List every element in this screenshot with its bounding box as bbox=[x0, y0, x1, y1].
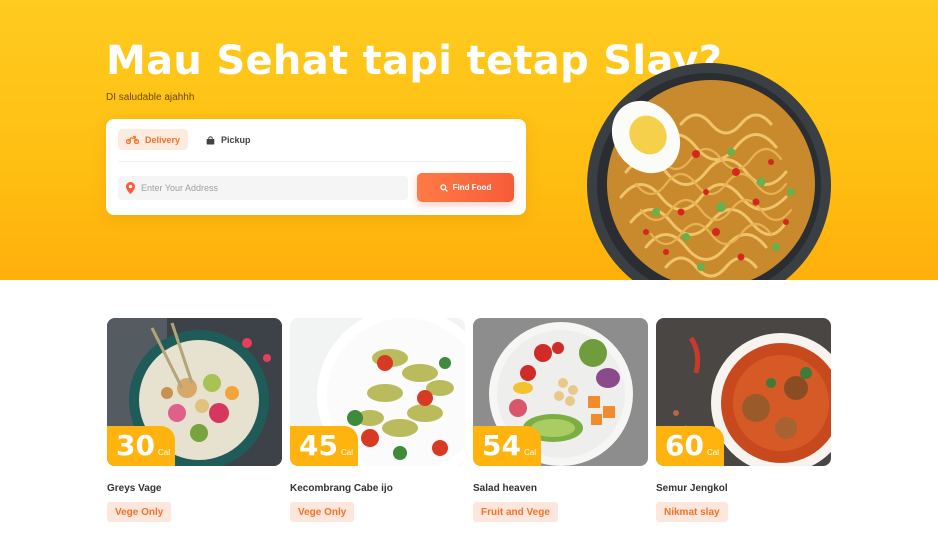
calorie-unit: Cal bbox=[157, 448, 170, 457]
hero-subtitle: DI saludable ajahhh bbox=[106, 92, 195, 103]
calorie-value: 54 bbox=[482, 429, 521, 462]
food-tag: Nikmat slay bbox=[656, 502, 728, 522]
tab-delivery[interactable]: Delivery bbox=[118, 129, 189, 150]
card-divider bbox=[118, 161, 514, 162]
address-input[interactable] bbox=[141, 183, 401, 193]
calorie-unit: Cal bbox=[706, 448, 719, 457]
calorie-value: 30 bbox=[116, 429, 155, 462]
address-field[interactable] bbox=[118, 176, 408, 200]
order-type-tabs: Delivery Pickup bbox=[118, 129, 259, 150]
search-card: Delivery Pickup Find Food bbox=[106, 119, 526, 215]
calorie-unit: Cal bbox=[340, 448, 353, 457]
motorbike-icon bbox=[126, 135, 139, 144]
shopping-bag-icon bbox=[206, 136, 215, 144]
calorie-badge: 54 Cal bbox=[473, 426, 541, 466]
food-tag: Fruit and Vege bbox=[473, 502, 558, 522]
calorie-badge: 30 Cal bbox=[107, 426, 175, 466]
calorie-badge: 60 Cal bbox=[656, 426, 724, 466]
food-name: Greys Vage bbox=[107, 483, 162, 494]
food-name: Semur Jengkol bbox=[656, 483, 728, 494]
location-pin-icon bbox=[126, 182, 135, 194]
food-name: Kecombrang Cabe ijo bbox=[290, 483, 393, 494]
find-food-label: Find Food bbox=[452, 183, 492, 192]
tab-pickup-label: Pickup bbox=[221, 134, 251, 145]
food-tag: Vege Only bbox=[290, 502, 355, 522]
calorie-unit: Cal bbox=[523, 448, 536, 457]
calorie-badge: 45 Cal bbox=[290, 426, 358, 466]
food-tag: Vege Only bbox=[107, 502, 172, 522]
calorie-value: 60 bbox=[665, 429, 704, 462]
food-name: Salad heaven bbox=[473, 483, 537, 494]
noodle-bowl-image bbox=[587, 63, 831, 280]
calorie-value: 45 bbox=[299, 429, 338, 462]
find-food-button[interactable]: Find Food bbox=[417, 173, 514, 202]
tab-delivery-label: Delivery bbox=[145, 134, 181, 145]
hero-banner: Mau Sehat tapi tetap Slay? DI saludable … bbox=[0, 0, 938, 280]
tab-pickup[interactable]: Pickup bbox=[198, 129, 259, 150]
search-icon bbox=[439, 183, 448, 192]
